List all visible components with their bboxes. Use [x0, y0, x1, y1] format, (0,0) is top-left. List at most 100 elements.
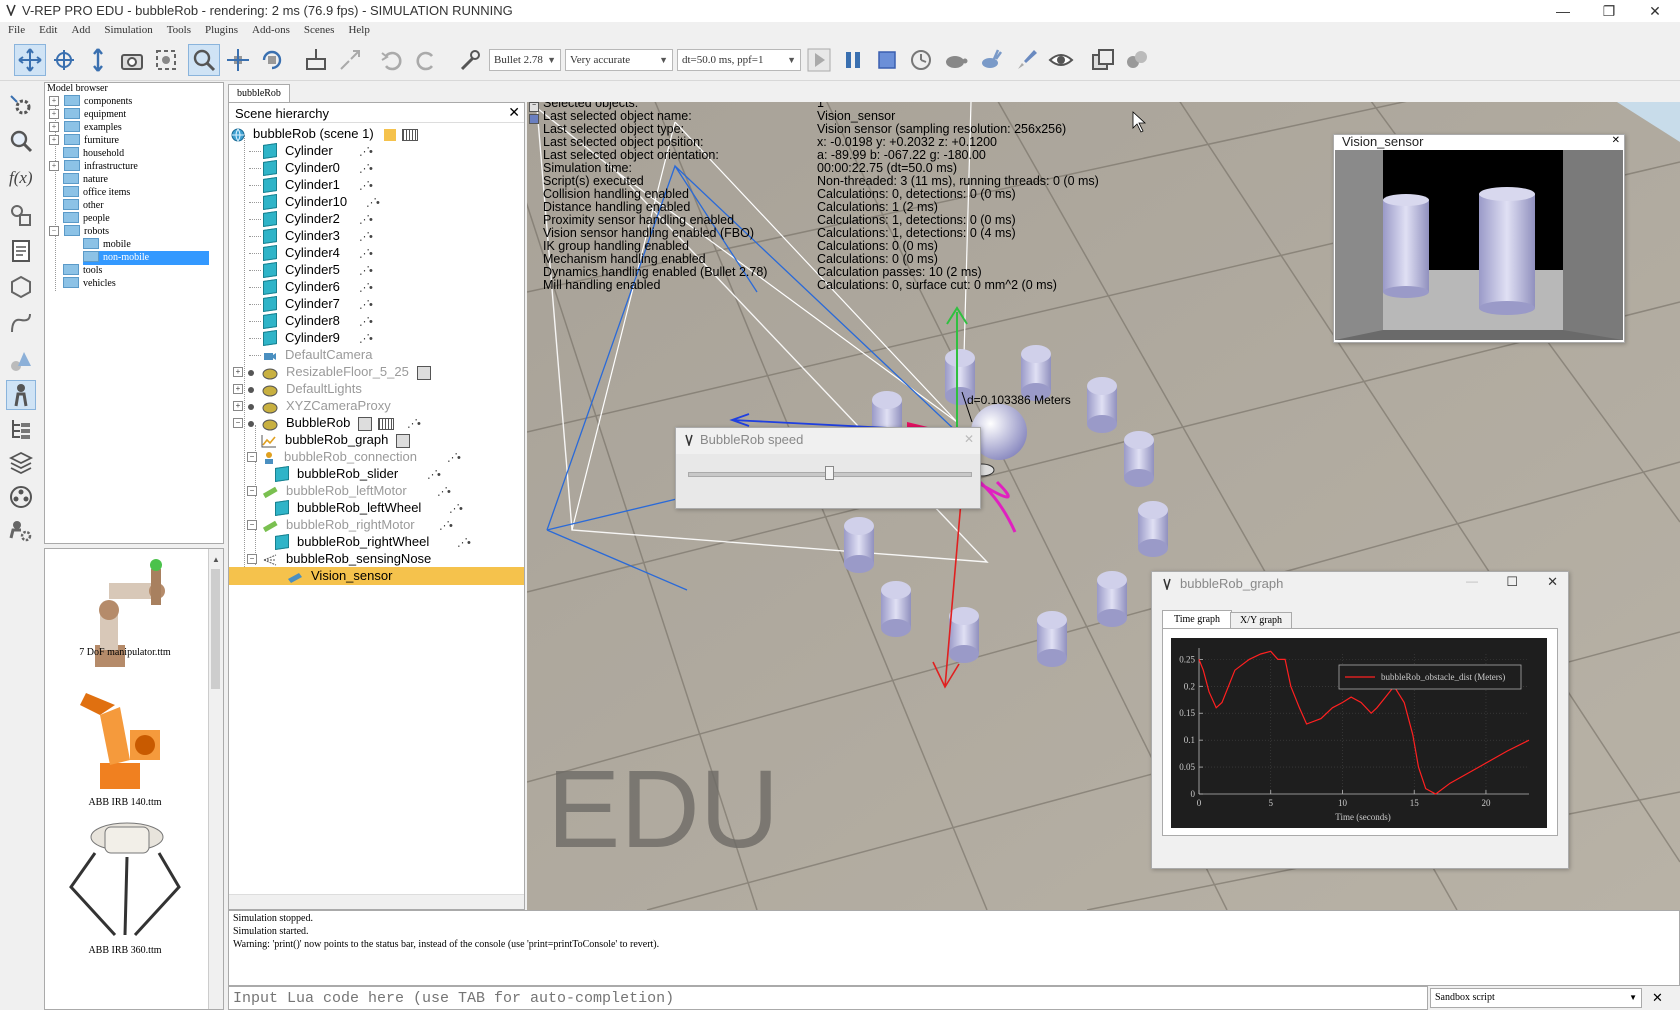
tree-item-cylinder[interactable]: Cylinder	[249, 142, 333, 160]
close-icon[interactable]: ✕	[1612, 135, 1620, 146]
minimize-icon[interactable]: —	[1466, 574, 1478, 588]
physics-engine-select[interactable]: Bullet 2.78 ▼	[489, 49, 561, 71]
customization-icon[interactable]	[378, 417, 395, 430]
expand-toggle-icon[interactable]: +	[49, 121, 59, 132]
console-close-button[interactable]: ✕	[1652, 990, 1663, 1006]
page-selector-button[interactable]	[1087, 44, 1119, 76]
abb-irb-140-image[interactable]	[60, 675, 190, 795]
tree-item-scene-root[interactable]: bubbleRob (scene 1)	[231, 125, 418, 143]
threaded-rendering-button[interactable]	[1011, 44, 1043, 76]
expand-toggle-icon[interactable]: +	[49, 108, 59, 119]
object-properties-button[interactable]	[6, 346, 36, 376]
expand-toggle-icon[interactable]: +	[233, 383, 243, 394]
close-button[interactable]: ✕	[1632, 0, 1678, 22]
selection-button[interactable]	[6, 126, 36, 156]
tab-time-graph[interactable]: Time graph	[1162, 610, 1232, 629]
assemble-button[interactable]	[300, 44, 332, 76]
menu-help[interactable]: Help	[340, 22, 375, 36]
model-folder-household[interactable]: household	[63, 147, 124, 161]
tree-item-cylinder[interactable]: Cylinder0	[249, 159, 340, 177]
menu-plugins[interactable]: Plugins	[197, 22, 244, 36]
object-rotate-button[interactable]	[256, 44, 288, 76]
tree-item-sensing-nose[interactable]: − bubbleRob_sensingNose	[247, 550, 431, 568]
close-icon[interactable]: ✕	[964, 432, 974, 446]
toggle-visualization-button[interactable]	[1045, 44, 1077, 76]
click-select-button[interactable]	[188, 44, 220, 76]
tree-item-slider[interactable]: bubbleRob_slider	[275, 465, 398, 483]
scene-viewport[interactable]: EDU d=0.103386 Meters − Selected objects…	[527, 102, 1680, 910]
expand-toggle-icon[interactable]: +	[49, 134, 59, 145]
lua-command-input[interactable]	[228, 986, 1428, 1010]
pause-simulation-button[interactable]	[837, 44, 869, 76]
scrollbar-thumb[interactable]	[211, 569, 220, 689]
expand-toggle-icon[interactable]: +	[49, 160, 59, 171]
slow-down-button[interactable]	[939, 44, 971, 76]
tree-item-default-lights[interactable]: + DefaultLights	[233, 380, 362, 398]
customization-icon[interactable]	[401, 128, 418, 141]
tree-item-right-motor[interactable]: − bubbleRob_rightMotor	[247, 516, 415, 534]
overlay-collapse-icon[interactable]: −	[529, 102, 539, 112]
timestep-select[interactable]: dt=50.0 ms, ppf=1 ▼	[677, 49, 801, 71]
tree-item-bubblerob[interactable]: − BubbleRob	[233, 414, 395, 432]
camera-shift-button[interactable]	[82, 44, 114, 76]
model-folder-vehicles[interactable]: vehicles	[63, 277, 116, 291]
tree-item-cylinder[interactable]: Cylinder4	[249, 244, 340, 262]
menu-file[interactable]: File	[0, 22, 31, 36]
model-browser-button[interactable]	[6, 380, 36, 410]
model-folder-components[interactable]: + components	[49, 95, 132, 109]
collapse-toggle-icon[interactable]: −	[247, 451, 257, 462]
model-folder-non-mobile[interactable]: non-mobile	[83, 251, 209, 265]
model-folder-infrastructure[interactable]: + infrastructure	[49, 160, 138, 174]
tree-item-cylinder[interactable]: Cylinder6	[249, 278, 340, 296]
camera-angle-button[interactable]	[116, 44, 148, 76]
object-shift-button[interactable]	[222, 44, 254, 76]
thumbnails-scrollbar[interactable]: ▲	[208, 549, 223, 1009]
menu-edit[interactable]: Edit	[31, 22, 63, 36]
user-settings-button[interactable]	[6, 516, 36, 546]
model-folder-furniture[interactable]: + furniture	[49, 134, 119, 148]
overlay-toggle-icon[interactable]	[529, 114, 539, 124]
model-folder-people[interactable]: people	[63, 212, 110, 226]
collapse-toggle-icon[interactable]: −	[233, 417, 243, 428]
script-icon[interactable]	[396, 433, 411, 448]
transfer-dna-button[interactable]	[334, 44, 366, 76]
fit-to-view-button[interactable]	[150, 44, 182, 76]
scene-hierarchy-button[interactable]	[6, 414, 36, 444]
tree-item-resizable-floor[interactable]: + ResizableFloor_5_25	[233, 363, 431, 381]
expand-toggle-icon[interactable]: +	[233, 366, 243, 377]
hierarchy-hscrollbar[interactable]	[229, 894, 524, 909]
tree-item-cylinder[interactable]: Cylinder7	[249, 295, 340, 313]
tree-item-right-wheel[interactable]: bubbleRob_rightWheel	[275, 533, 429, 551]
menu-simulation[interactable]: Simulation	[96, 22, 158, 36]
model-folder-mobile[interactable]: mobile	[83, 238, 131, 252]
tree-item-left-wheel[interactable]: bubbleRob_leftWheel	[275, 499, 421, 517]
model-folder-tools[interactable]: tools	[63, 264, 102, 278]
maximize-icon[interactable]: ☐	[1506, 574, 1518, 590]
tree-item-left-motor[interactable]: − bubbleRob_leftMotor	[247, 482, 407, 500]
script-icon[interactable]	[416, 365, 431, 380]
close-icon[interactable]: ✕	[1547, 574, 1558, 590]
scene-script-icon[interactable]	[383, 128, 396, 141]
tree-item-cylinder[interactable]: Cylinder5	[249, 261, 340, 279]
model-folder-nature[interactable]: nature	[63, 173, 108, 187]
layers-button[interactable]	[6, 448, 36, 478]
stop-simulation-button[interactable]	[871, 44, 903, 76]
camera-rotate-button[interactable]	[48, 44, 80, 76]
tree-item-cylinder[interactable]: Cylinder3	[249, 227, 340, 245]
menu-scenes[interactable]: Scenes	[296, 22, 341, 36]
tree-item-cylinder[interactable]: Cylinder8	[249, 312, 340, 330]
collapse-toggle-icon[interactable]: −	[247, 485, 257, 496]
expand-toggle-icon[interactable]: +	[49, 95, 59, 106]
collapse-toggle-icon[interactable]: −	[247, 553, 257, 564]
tab-xy-graph[interactable]: X/Y graph	[1230, 612, 1292, 629]
redo-button[interactable]	[410, 44, 442, 76]
tree-item-cylinder[interactable]: Cylinder9	[249, 329, 340, 347]
menu-tools[interactable]: Tools	[159, 22, 197, 36]
collapse-toggle-icon[interactable]: −	[247, 519, 257, 530]
minimize-button[interactable]: —	[1540, 0, 1586, 22]
model-folder-other[interactable]: other	[63, 199, 104, 213]
vision-sensor-window[interactable]: Vision_sensor ✕	[1333, 134, 1625, 343]
simulation-settings-button[interactable]	[6, 90, 36, 120]
speed-up-button[interactable]	[975, 44, 1007, 76]
model-folder-equipment[interactable]: + equipment	[49, 108, 126, 122]
